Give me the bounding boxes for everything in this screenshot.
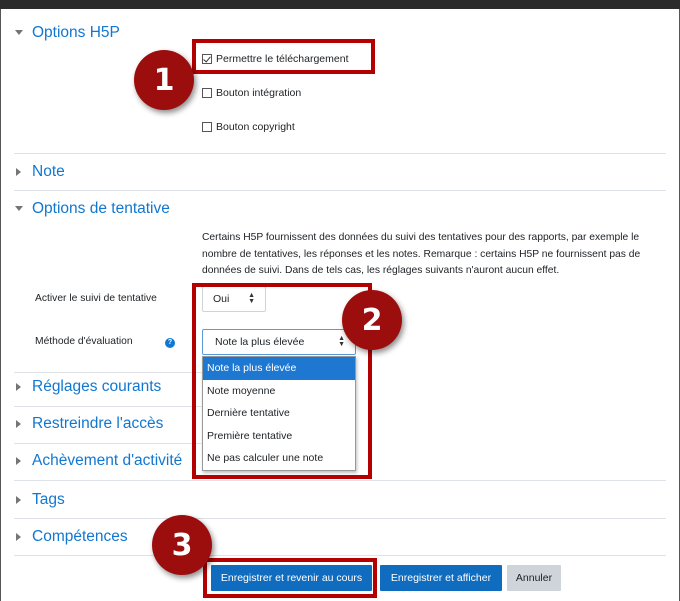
dropdown-option[interactable]: Note la plus élevée	[203, 357, 355, 380]
select-value: Note la plus élevée	[215, 336, 305, 348]
divider	[14, 480, 666, 481]
section-title: Achèvement d'activité	[32, 452, 183, 469]
divider	[14, 190, 666, 191]
attempt-description: Certains H5P fournissent des données du …	[202, 232, 641, 276]
chevron-right-icon	[14, 532, 24, 542]
select-arrows-icon: ▲ ▼	[338, 335, 345, 348]
divider	[14, 518, 666, 519]
dropdown-option[interactable]: Première tentative	[203, 425, 355, 448]
allow-download-checkbox[interactable]: Permettre le téléchargement	[202, 53, 348, 65]
chevron-right-icon	[14, 382, 24, 392]
divider	[14, 372, 202, 373]
chevron-down-icon	[14, 28, 24, 38]
top-border	[0, 0, 680, 9]
save-return-button[interactable]: Enregistrer et revenir au cours	[211, 565, 372, 591]
checkbox-checked-icon[interactable]	[202, 54, 212, 64]
section-title: Compétences	[32, 528, 128, 545]
section-common-settings-header[interactable]: Réglages courants	[14, 378, 161, 396]
checkbox-label: Permettre le téléchargement	[216, 53, 349, 65]
select-arrows-icon: ▲ ▼	[248, 292, 255, 305]
section-activity-completion-header[interactable]: Achèvement d'activité	[14, 452, 182, 470]
save-display-button[interactable]: Enregistrer et afficher	[380, 565, 502, 591]
copyright-button-checkbox[interactable]: Bouton copyright	[202, 121, 295, 133]
chevron-right-icon	[14, 456, 24, 466]
section-attempt-options-header[interactable]: Options de tentative	[14, 200, 170, 218]
section-title: Tags	[32, 491, 65, 508]
section-tags-header[interactable]: Tags	[14, 491, 65, 509]
divider	[14, 555, 666, 556]
tracking-select[interactable]: Oui ▲ ▼	[202, 286, 266, 312]
chevron-right-icon	[14, 419, 24, 429]
callout-badge-3: 3	[152, 515, 212, 575]
chevron-right-icon	[14, 495, 24, 505]
section-h5p-options-header[interactable]: Options H5P	[14, 24, 120, 42]
dropdown-option[interactable]: Ne pas calculer une note	[203, 447, 355, 470]
cancel-button[interactable]: Annuler	[507, 565, 561, 591]
checkbox-icon[interactable]	[202, 122, 212, 132]
callout-badge-2: 2	[342, 290, 402, 350]
tracking-label: Activer le suivi de tentative	[35, 293, 157, 304]
chevron-down-icon	[14, 204, 24, 214]
section-grade-header[interactable]: Note	[14, 163, 65, 181]
dropdown-option[interactable]: Dernière tentative	[203, 402, 355, 425]
section-title: Réglages courants	[32, 378, 162, 395]
section-title: Restreindre l'accès	[32, 415, 164, 432]
help-icon[interactable]: ?	[165, 338, 175, 348]
section-restrict-access-header[interactable]: Restreindre l'accès	[14, 415, 163, 433]
grading-method-dropdown[interactable]: Note la plus élevée Note moyenne Dernièr…	[202, 356, 356, 471]
dropdown-option[interactable]: Note moyenne	[203, 380, 355, 403]
divider	[14, 443, 202, 444]
divider	[14, 406, 202, 407]
section-title: Note	[32, 163, 65, 180]
section-competencies-header[interactable]: Compétences	[14, 528, 128, 546]
embed-button-checkbox[interactable]: Bouton intégration	[202, 87, 301, 99]
grading-method-label: Méthode d'évaluation	[35, 336, 133, 347]
grading-method-select[interactable]: Note la plus élevée ▲ ▼	[202, 329, 356, 355]
checkbox-label: Bouton copyright	[216, 121, 295, 133]
checkbox-label: Bouton intégration	[216, 87, 302, 99]
callout-badge-1: 1	[134, 50, 194, 110]
select-value: Oui	[213, 293, 230, 305]
divider	[14, 153, 666, 154]
section-title: Options de tentative	[32, 200, 170, 217]
checkbox-icon[interactable]	[202, 88, 212, 98]
chevron-right-icon	[14, 167, 24, 177]
section-title: Options H5P	[32, 24, 120, 41]
